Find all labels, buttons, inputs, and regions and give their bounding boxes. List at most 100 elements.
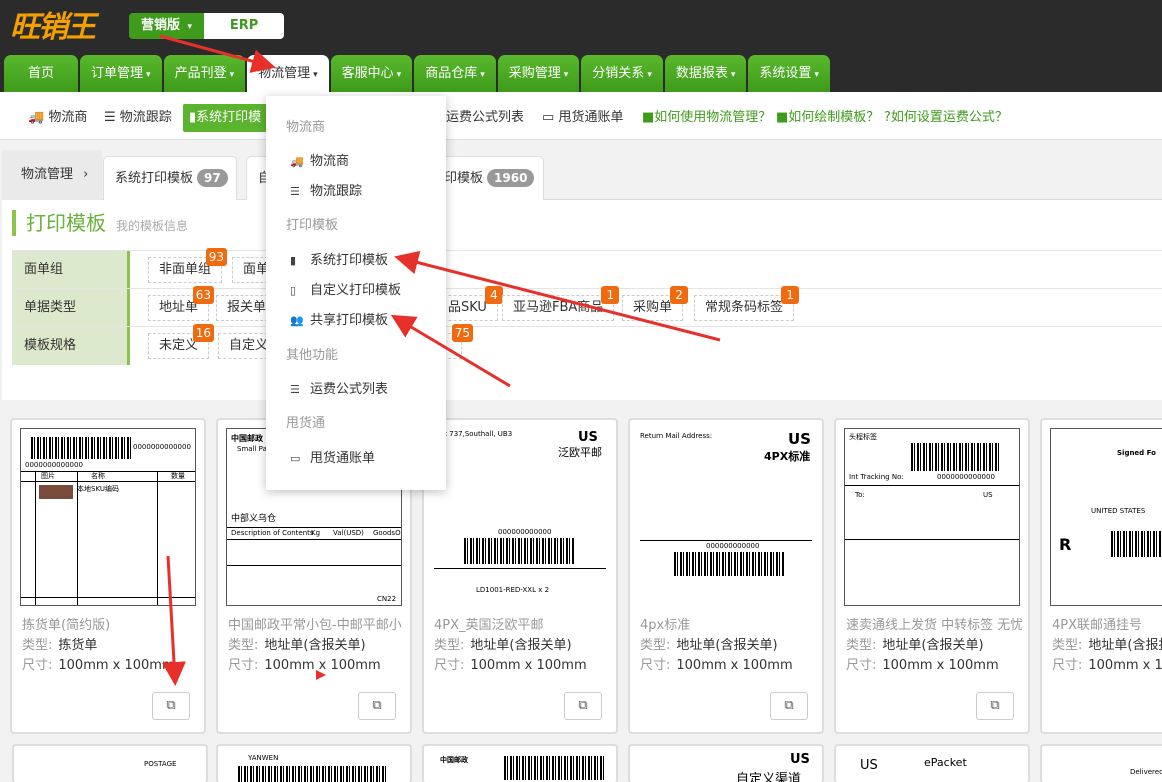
tab-shared-templates[interactable]: 印模板 1960 <box>434 156 544 200</box>
filter-chip[interactable]: 非面单组 93 <box>148 248 228 283</box>
menu-item-custom-template[interactable]: ▯ 自定义打印模板 <box>290 279 401 298</box>
template-card[interactable]: 头程标签 Int Tracking No: 0000000000000 To: … <box>834 418 1030 734</box>
filter-chip[interactable]: 地址单 63 <box>148 286 215 321</box>
breadcrumb[interactable]: 物流管理 › <box>2 150 102 200</box>
edition-dropdown[interactable]: 营销版 ▾ <box>129 13 205 39</box>
nav-orders[interactable]: 订单管理 ▾ <box>80 55 162 92</box>
barcode-icon <box>31 437 131 459</box>
filter-chip[interactable]: 未定义 16 <box>148 324 215 359</box>
template-card[interactable]: Box 737,Southall, UB3 US 泛欧平邮 0000000000… <box>422 418 618 734</box>
nav-logistics[interactable]: 物流管理 ▾ <box>247 55 329 92</box>
thumb-rule <box>845 485 1019 486</box>
thumb-rule <box>77 471 78 605</box>
template-card[interactable]: US 自定义渠道 <box>628 744 824 782</box>
filter-chip[interactable]: 面单 <box>232 257 269 283</box>
subnav-account[interactable]: ▭ 甩货通账单 <box>542 104 623 132</box>
top-bar: 旺销王 营销版 ▾ ERP <box>0 0 1162 50</box>
caret-down-icon: ▾ <box>563 70 569 80</box>
copy-button[interactable]: ⧉ <box>564 692 602 720</box>
thumb-rule <box>227 565 401 566</box>
thumb-rule <box>640 540 812 541</box>
subnav-carrier[interactable]: 🚚 物流商 <box>28 104 87 132</box>
filter-chip[interactable]: 亚马逊FBA商品 1 <box>502 286 620 321</box>
truck-icon: 🚚 <box>290 155 304 168</box>
nav-settings[interactable]: 系统设置 ▾ <box>748 55 830 92</box>
menu-item-shared-template[interactable]: 👥 共享打印模板 <box>290 309 388 328</box>
thumb-text: Int Tracking No: <box>849 473 904 481</box>
filter-label: 单据类型 <box>12 289 130 327</box>
nav-home[interactable]: 首页 <box>4 55 79 92</box>
subnav-sys-print[interactable]: ▮系统打印模 <box>183 104 268 132</box>
template-card[interactable]: Signed Fo UNITED STATES R 4PX联邮通挂号 类型: 地址… <box>1040 418 1162 734</box>
copy-button[interactable]: ⧉ <box>770 692 808 720</box>
filter-chip[interactable]: 自定义 <box>218 333 268 359</box>
thumb-text: 头程标签 <box>849 433 877 441</box>
template-card[interactable]: Return Mail Address: US 4PX标准 0000000000… <box>628 418 824 734</box>
nav-purchase[interactable]: 采购管理 ▾ <box>497 55 580 92</box>
copy-icon: ⧉ <box>990 698 1000 713</box>
nav-listing[interactable]: 产品刊登 ▾ <box>163 55 246 92</box>
menu-item-system-template[interactable]: ▮ 系统打印模板 <box>290 249 388 268</box>
copy-button[interactable]: ⧉ <box>358 692 396 720</box>
help-fee-link[interactable]: ?如何设置运费公式？ <box>884 104 1008 132</box>
nav-label: 商品仓库 <box>425 66 478 81</box>
subnav-label: 系统打印模 <box>196 110 262 125</box>
template-card[interactable]: 中国邮政 <box>422 744 618 782</box>
copy-button[interactable]: ⧉ <box>976 692 1014 720</box>
brand-logo[interactable]: 旺销王 <box>10 2 96 46</box>
thumb-text: 4PX标准 <box>764 450 811 463</box>
thumb-rule <box>21 481 195 482</box>
product-image <box>39 485 73 499</box>
nav-service[interactable]: 客服中心 ▾ <box>330 55 413 92</box>
nav-reports[interactable]: 数据报表 ▾ <box>664 55 747 92</box>
nav-distribution[interactable]: 分销关系 ▾ <box>581 55 663 92</box>
template-card[interactable]: US ePacket <box>834 744 1030 782</box>
menu-section-header: 甩货通 <box>286 416 326 431</box>
page-subtitle: 我的模板信息 <box>116 219 189 233</box>
chip-text: 自定义 <box>229 338 269 353</box>
template-card[interactable]: 0000000000000 0000000000000 图片 名称 数量 本地S… <box>10 418 206 734</box>
filter-chip[interactable]: 报关单 <box>216 295 268 321</box>
filter-label: 模板规格 <box>12 327 130 365</box>
filter-chip[interactable]: 采购单 2 <box>622 286 689 321</box>
thumb-rule <box>227 539 401 540</box>
copy-icon: ⧉ <box>578 698 588 713</box>
help-logistics-link[interactable]: ■如何使用物流管理？ <box>642 104 771 132</box>
thumb-text: US <box>790 752 810 767</box>
thumb-text: LD1001-RED-XXL x 2 <box>476 586 550 594</box>
copy-icon: ⧉ <box>784 698 794 713</box>
card-size: 尺寸: 100mm x 100mm <box>22 654 175 673</box>
thumb-rule <box>227 527 401 528</box>
subnav-tracking[interactable]: ☰ 物流跟踪 <box>104 104 172 132</box>
nav-label: 物流管理 <box>258 66 311 81</box>
subnav-fee-list[interactable]: 运费公式列表 <box>446 104 524 132</box>
copy-icon: ⧉ <box>166 698 176 713</box>
filter-chip[interactable]: 常规条码标签 1 <box>694 286 800 321</box>
thumb-text: 数量 <box>171 472 185 480</box>
thumb-text: 0000000000000 <box>133 443 191 451</box>
menu-item-carrier[interactable]: 🚚 物流商 <box>290 150 349 169</box>
filter-chip[interactable]: 品SKU 4 <box>438 286 503 321</box>
template-thumbnail: Return Mail Address: US 4PX标准 0000000000… <box>638 428 814 606</box>
field-value: 100mm x 1 <box>1088 658 1162 673</box>
help-template-link[interactable]: ■如何绘制模板？ <box>776 104 879 132</box>
thumb-rule <box>21 597 195 598</box>
field-value: 100mm x 100mm <box>676 658 793 673</box>
nav-warehouse[interactable]: 商品仓库 ▾ <box>414 55 496 92</box>
erp-button[interactable]: ERP <box>204 13 285 39</box>
menu-item-fee-list[interactable]: ☰ 运费公式列表 <box>290 378 388 397</box>
thumb-text: ePacket <box>924 756 967 769</box>
menu-item-account[interactable]: ▭ 甩货通账单 <box>290 447 375 466</box>
field-label: 类型: <box>228 638 259 653</box>
tab-system-templates[interactable]: 系统打印模板 97 <box>103 156 237 200</box>
menu-item-label: 物流跟踪 <box>310 184 363 199</box>
field-label: 类型: <box>22 638 53 653</box>
template-card[interactable]: Delivered <box>1040 744 1162 782</box>
template-card[interactable]: YANWEN <box>216 744 412 782</box>
chip-text: 亚马逊FBA商品 <box>513 300 604 315</box>
template-card[interactable]: POSTAGE <box>12 744 208 782</box>
copy-button[interactable]: ⧉ <box>152 692 190 720</box>
count-badge: 4 <box>484 286 503 304</box>
menu-item-tracking[interactable]: ☰ 物流跟踪 <box>290 180 362 199</box>
count-badge: 2 <box>670 286 689 304</box>
